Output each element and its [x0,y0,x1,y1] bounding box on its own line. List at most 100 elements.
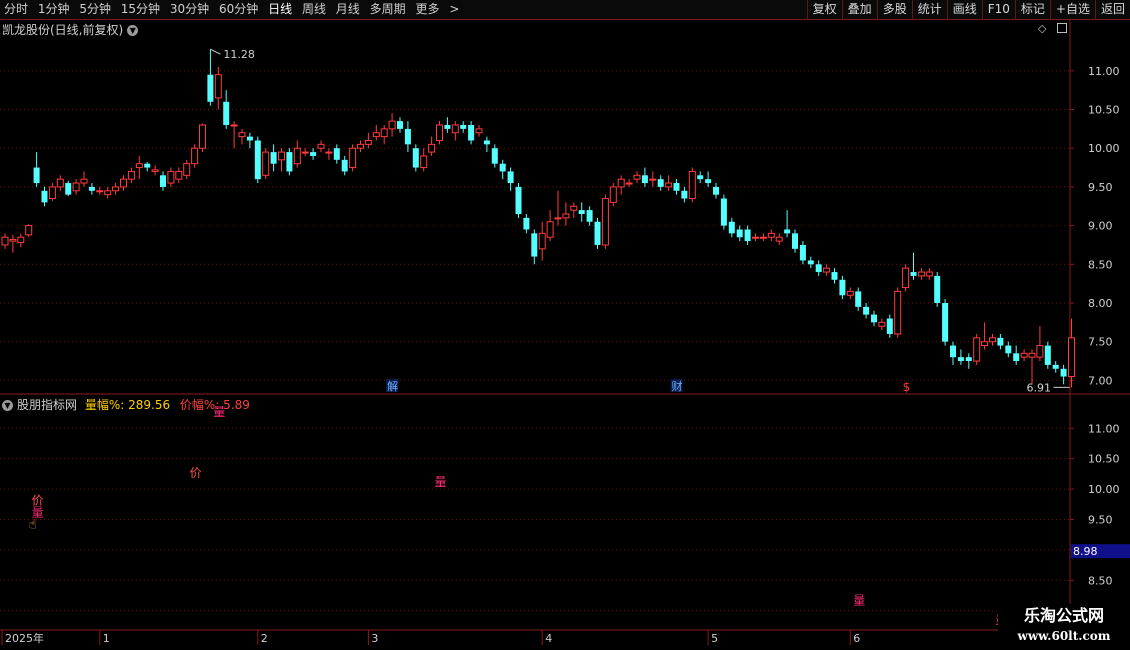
watermark-url: www.60lt.com [1017,629,1111,643]
candle-body-down [744,229,751,242]
candle-body-down [33,167,40,184]
candle-body-up [191,147,199,165]
candle-body-up [80,178,88,184]
candle-body-down [950,345,956,358]
diamond-icon[interactable]: ◇ [1038,22,1046,35]
candle-body-up [538,232,546,250]
time-tick-label: 2025年 [5,631,44,645]
candle-body-down [697,175,704,180]
candle-body-up [546,221,554,238]
candle-body-up [973,337,981,362]
candle-body-up [475,128,483,134]
candle-body-up [238,132,246,138]
hand-cursor-icon: ☝ [29,518,37,533]
candle-body-up [72,182,80,192]
candle-body-down [65,183,72,195]
candle-body-down [831,272,838,280]
candle-body-up [902,267,910,289]
price-tick-label: 7.00 [1088,374,1113,387]
candle-body-up [752,236,759,239]
candle-body-up [175,170,183,180]
min-price-label: 6.91 [1027,381,1052,394]
candle-body-up [48,186,56,200]
candle-body-down [705,179,712,184]
price-tick-label: 10.00 [1088,142,1120,155]
candle-body-down [223,101,230,125]
watermark: 乐淘公式网 www.60lt.com [998,604,1130,650]
candle-body-up [436,124,443,141]
candle-body-up [1036,345,1044,358]
candle-body-down [641,175,648,184]
candle-body-down [713,186,719,195]
candle-body-down [784,229,791,234]
candle-body-up [120,178,127,188]
chart-canvas[interactable]: 11.0010.5010.009.509.008.508.007.507.001… [0,0,1130,650]
candle-body-down [681,190,688,199]
candle-body-down [792,233,798,249]
candlestick-series [1,49,1075,388]
watermark-title: 乐淘公式网 [1023,606,1104,625]
main-price-axis: 11.00 10.50 10.00 9.50 9.00 8.50 8.00 7.50 7.00 [0,65,1120,387]
candle-body-up [230,124,238,127]
candle-body-down [333,148,340,160]
candle-body-up [688,170,696,200]
candle-body-down [886,318,893,334]
candle-body-down [144,163,151,168]
stock-title: 凯龙股份(日线,前复权) [2,23,124,37]
candle-body-down [507,171,514,184]
candle-body-down [728,221,735,234]
candle-body-down [254,140,261,180]
price-tick-label: 11.00 [1088,65,1120,78]
candle-body-down [160,175,166,187]
candle-body-up [199,124,206,149]
candle-body-up [665,182,673,188]
candle-body-up [625,182,633,185]
candle-body-up [1068,337,1075,378]
candle-body-down [807,260,814,265]
candle-body-up [981,341,989,347]
candle-body-down [839,279,846,296]
candle-body-up [925,271,933,277]
candle-body-down [491,148,498,164]
chevron-down-icon[interactable]: ▼ [2,400,13,411]
candle-body-up [214,74,222,99]
candle-body-up [917,271,925,277]
main-chart-title[interactable]: 凯龙股份(日线,前复权) ▼ [2,21,139,38]
candle-body-down [88,186,95,191]
price-tick-label: 9.00 [1088,220,1113,233]
dividend-marker: $ [903,380,911,394]
candle-body-up [617,178,625,188]
indicator-tick-label: 10.50 [1088,453,1120,466]
indicator-title[interactable]: ▼ 股朋指标网 量幅%: 289.56 价幅%: 5.89 [2,396,250,413]
candle-body-up [428,143,436,153]
candle-body-down [412,148,419,168]
candle-body-down [310,152,317,156]
candle-body-down [997,337,1004,346]
candle-body-down [246,136,253,141]
candle-body-down [523,217,530,230]
candle-body-up [364,139,372,145]
candle-body-down [397,121,403,129]
candle-body-down [41,190,48,203]
candle-body-up [1020,352,1028,358]
candle-body-up [127,170,135,180]
candle-body-up [775,236,783,242]
time-tick-label: 5 [711,632,718,645]
candle-body-up [601,198,609,246]
candle-body-up [325,151,333,154]
candle-body-up [759,236,767,239]
time-axis: 2025年 1 2 3 4 5 6 [1,630,860,645]
maximize-icon[interactable] [1057,23,1067,33]
candle-body-down [1005,345,1012,354]
candle-body-down [270,152,277,164]
candle-body-up [451,124,459,134]
candle-body-up [609,186,617,203]
candle-body-down [855,291,862,307]
candle-body-down [720,198,727,226]
candle-body-down [531,233,538,257]
candle-body-down [1044,345,1051,365]
candle-body-up [562,213,570,219]
candle-body-down [444,125,451,129]
candle-body-up [372,132,380,138]
chevron-down-icon[interactable]: ▼ [127,25,139,36]
